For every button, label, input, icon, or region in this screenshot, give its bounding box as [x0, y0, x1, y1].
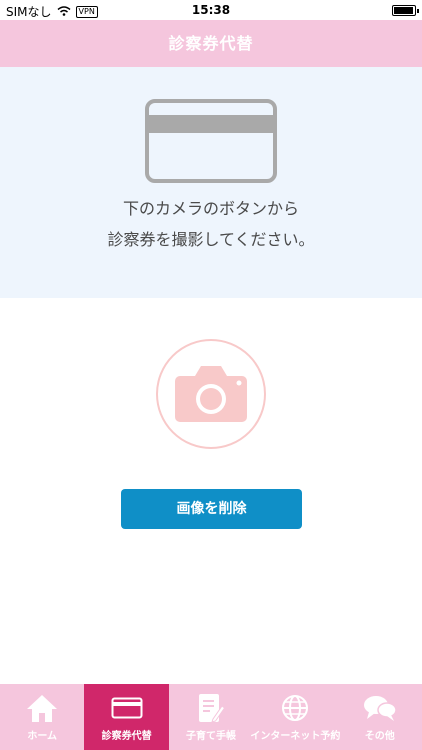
- card-illustration-icon: [145, 99, 277, 187]
- tab-label-home: ホーム: [27, 731, 58, 742]
- info-panel: 下のカメラのボタンから 診察券を撮影してください。: [0, 67, 422, 298]
- chat-bubbles-icon: [363, 692, 397, 724]
- tab-label-other: その他: [364, 731, 395, 742]
- tab-home[interactable]: ホーム: [0, 684, 84, 750]
- page-title: 診察券代替: [168, 34, 254, 53]
- tab-parenting-notebook[interactable]: 子育て手帳: [169, 684, 253, 750]
- battery-icon: [392, 5, 419, 16]
- tab-bar: ホーム 診察券代替 子育て手帳 インターネット予約 その他: [0, 684, 422, 750]
- notebook-icon: [197, 692, 225, 724]
- status-time: 15:38: [191, 3, 231, 17]
- instruction-line-1: 下のカメラのボタンから: [122, 199, 299, 218]
- tab-other[interactable]: その他: [338, 684, 422, 750]
- card-icon: [111, 692, 143, 724]
- delete-image-button[interactable]: 画像を削除: [121, 489, 302, 529]
- tab-internet-reservation[interactable]: インターネット予約: [250, 684, 341, 750]
- home-icon: [25, 692, 59, 724]
- tab-label-reservation: インターネット予約: [250, 731, 341, 742]
- tab-label-card: 診察券代替: [101, 731, 152, 742]
- tab-label-notebook: 子育て手帳: [185, 731, 236, 742]
- nav-bar: 診察券代替: [0, 20, 422, 67]
- instruction-line-2: 診察券を撮影してください。: [107, 230, 315, 249]
- tab-card-substitute[interactable]: 診察券代替: [84, 684, 169, 750]
- globe-icon: [281, 692, 309, 724]
- camera-button[interactable]: [156, 339, 266, 449]
- camera-icon: [175, 366, 247, 422]
- status-bar: SIMなし VPN 15:38: [0, 0, 422, 20]
